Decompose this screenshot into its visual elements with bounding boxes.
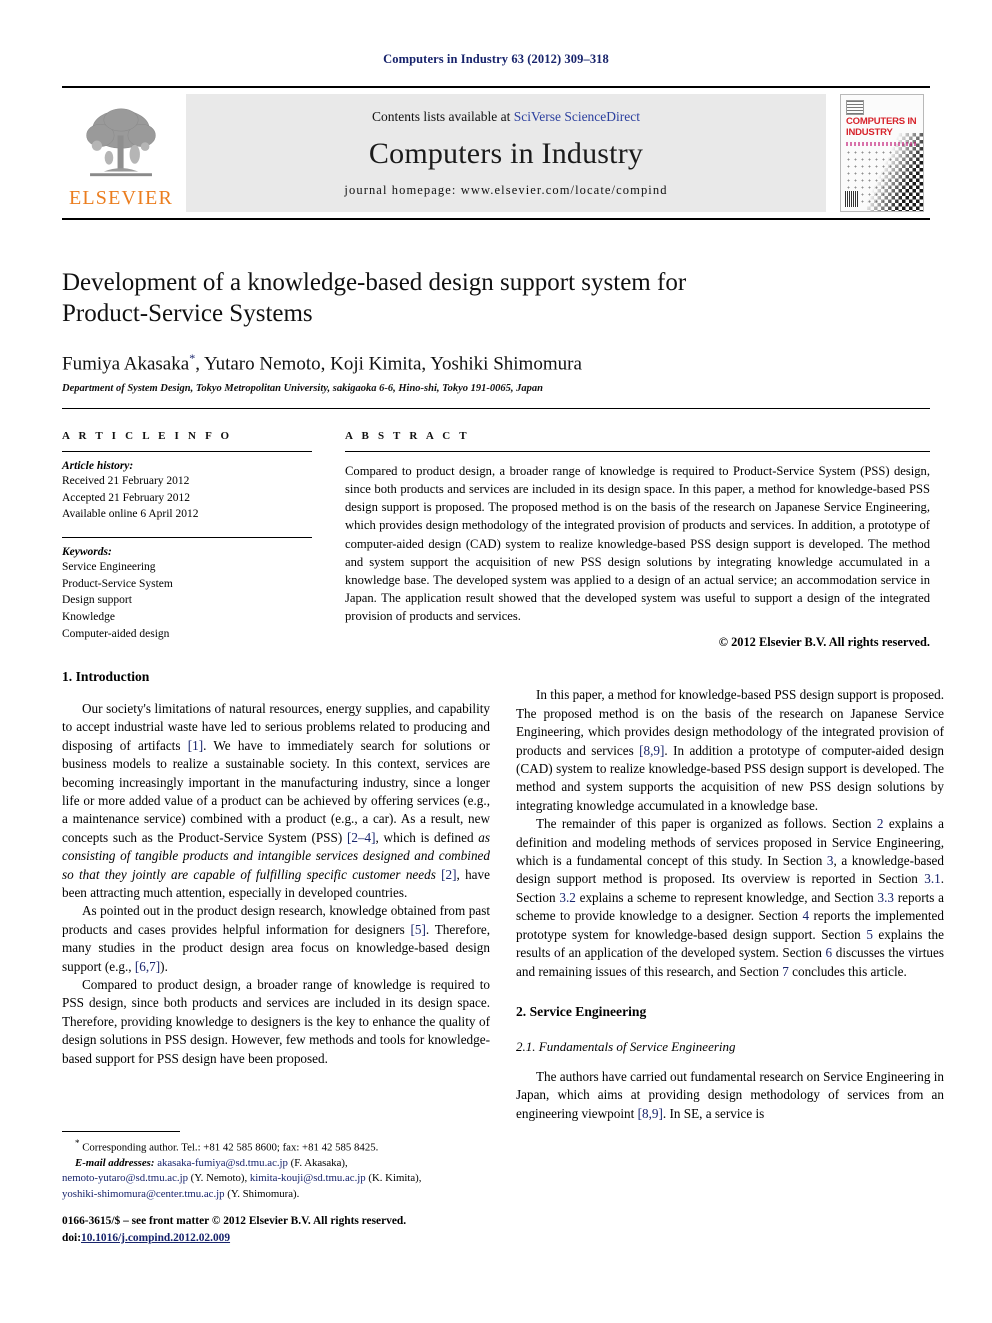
section-ref[interactable]: 5 xyxy=(866,927,873,942)
masthead-center: Contents lists available at SciVerse Sci… xyxy=(186,94,826,212)
footnote-block: * Corresponding author. Tel.: +81 42 585… xyxy=(62,1131,490,1202)
elsevier-tree-icon xyxy=(86,108,156,177)
body-column-right: x In this paper, a method for knowledge-… xyxy=(516,668,944,1123)
elsevier-logo: ELSEVIER xyxy=(62,88,180,218)
contents-list-line: Contents lists available at SciVerse Sci… xyxy=(372,109,640,125)
body-column-left: 1. Introduction Our society's limitation… xyxy=(62,668,490,1068)
intro-paragraph-3: Compared to product design, a broader ra… xyxy=(62,977,490,1066)
email-addresses-note-3: yoshiki-shimomura@center.tmu.ac.jp (Y. S… xyxy=(62,1187,490,1202)
abstract-rule xyxy=(345,451,930,452)
abstract-heading: A B S T R A C T xyxy=(345,430,470,442)
text-run: . We have to immediately search for solu… xyxy=(62,737,491,845)
intro-paragraph-5: The remainder of this paper is organized… xyxy=(516,815,944,981)
article-history-online: Available online 6 April 2012 xyxy=(62,508,199,521)
doi-line: doi:10.1016/j.compind.2012.02.009 xyxy=(62,1230,532,1247)
author-list: Fumiya Akasaka*, Yutaro Nemoto, Koji Kim… xyxy=(62,351,762,375)
email-link-shimomura[interactable]: yoshiki-shimomura@center.tmu.ac.jp xyxy=(62,1188,225,1200)
keyword-item: Design support xyxy=(62,594,132,607)
section-heading-introduction: 1. Introduction xyxy=(62,669,150,684)
section-heading-service-engineering: 2. Service Engineering xyxy=(516,1003,647,1019)
article-info-heading: A R T I C L E I N F O xyxy=(62,430,233,442)
text-run: . In SE, a service is xyxy=(662,1105,765,1121)
corresponding-author-note: * Corresponding author. Tel.: +81 42 585… xyxy=(62,1137,490,1156)
footnote-rule xyxy=(62,1131,180,1132)
se-paragraph-1: The authors have carried out fundamental… xyxy=(516,1068,944,1123)
issn-copyright-line: 0166-3615/$ – see front matter © 2012 El… xyxy=(62,1215,407,1227)
email-addresses-note: E-mail addresses: akasaka-fumiya@sd.tmu.… xyxy=(62,1156,490,1171)
citation-ref[interactable]: [6,7] xyxy=(135,959,160,974)
keyword-item: Knowledge xyxy=(62,611,116,624)
email-link-nemoto[interactable]: nemoto-yutaro@sd.tmu.ac.jp xyxy=(62,1172,188,1184)
journal-title: Computers in Industry xyxy=(368,136,644,170)
running-head: Computers in Industry 63 (2012) 309–318 xyxy=(383,52,609,66)
abstract-block: A B S T R A C T Compared to product desi… xyxy=(345,430,930,650)
citation-ref[interactable]: [1] xyxy=(188,738,203,753)
article-history-accepted: Accepted 21 February 2012 xyxy=(62,491,191,504)
cover-image: COMPUTERS IN INDUSTRY xyxy=(840,94,924,212)
text-run: , which is defined xyxy=(375,829,479,845)
text-run: The remainder of this paper is organized… xyxy=(536,816,877,832)
text-run: (Y. Nemoto), xyxy=(187,1172,248,1185)
affiliation: Department of System Design, Tokyo Metro… xyxy=(62,383,543,395)
intro-paragraph-3-continued: x xyxy=(516,668,944,686)
text-run: Corresponding author. Tel.: +81 42 585 8… xyxy=(79,1141,379,1154)
page-title: Development of a knowledge-based design … xyxy=(62,269,687,327)
keyword-item: Product-Service System xyxy=(62,577,173,590)
keyword-item: Computer-aided design xyxy=(62,627,170,640)
cover-barcode-icon xyxy=(845,191,858,207)
email-link-akasaka[interactable]: akasaka-fumiya@sd.tmu.ac.jp xyxy=(157,1157,288,1169)
section-ref[interactable]: 3.3 xyxy=(878,890,894,905)
text-run: ). xyxy=(160,958,168,974)
abstract-copyright: © 2012 Elsevier B.V. All rights reserved… xyxy=(718,635,930,650)
text-run: (K. Kimita), xyxy=(365,1172,422,1185)
email-link-kimita[interactable]: kimita-kouji@sd.tmu.ac.jp xyxy=(250,1172,366,1184)
intro-paragraph-2: As pointed out in the product design res… xyxy=(62,902,490,976)
citation-ref[interactable]: [2] xyxy=(441,867,456,882)
article-history-label: Article history: xyxy=(62,460,134,472)
text-run: explains a scheme to represent knowledge… xyxy=(575,889,878,905)
doi-label: doi: xyxy=(62,1232,81,1245)
contents-prefix: Contents lists available at xyxy=(371,108,514,124)
section-ref[interactable]: 3.2 xyxy=(559,890,575,905)
author-corresponding: Fumiya Akasaka xyxy=(62,353,190,375)
cover-elsevier-mark-icon xyxy=(846,100,864,115)
title-block: Development of a knowledge-based design … xyxy=(62,268,762,394)
colophon-block: 0166-3615/$ – see front matter © 2012 El… xyxy=(62,1213,532,1247)
cover-journal-title: COMPUTERS IN INDUSTRY xyxy=(846,116,917,138)
text-run: concludes this article. xyxy=(788,963,907,979)
elsevier-wordmark: ELSEVIER xyxy=(68,187,174,209)
citation-ref[interactable]: [8,9] xyxy=(638,1106,663,1121)
keywords-label: Keywords: xyxy=(62,546,112,559)
article-info-rule xyxy=(62,451,312,452)
paper-page: Computers in Industry 63 (2012) 309–318 xyxy=(0,0,992,1323)
section-ref[interactable]: 7 xyxy=(782,964,789,979)
article-history-received: Received 21 February 2012 xyxy=(62,475,190,487)
keywords-rule xyxy=(62,537,312,539)
article-info-block: A R T I C L E I N F O Article history: R… xyxy=(62,430,312,642)
email-addresses-note-2: nemoto-yutaro@sd.tmu.ac.jp (Y. Nemoto), … xyxy=(62,1171,490,1186)
sciencedirect-link[interactable]: SciVerse ScienceDirect xyxy=(514,109,640,124)
text-run: (F. Akasaka), xyxy=(287,1156,348,1169)
intro-paragraph-1: Our society's limitations of natural res… xyxy=(62,700,490,902)
intro-paragraph-4: In this paper, a method for knowledge-ba… xyxy=(516,686,944,815)
keyword-item: Service Engineering xyxy=(62,561,156,574)
citation-ref[interactable]: [5] xyxy=(411,922,426,937)
journal-masthead: ELSEVIER Contents lists available at Sci… xyxy=(62,86,930,220)
subsection-heading-fundamentals: 2.1. Fundamentals of Service Engineering xyxy=(516,1038,736,1054)
journal-cover-thumbnail: COMPUTERS IN INDUSTRY xyxy=(834,88,930,218)
author-others: , Yutaro Nemoto, Koji Kimita, Yoshiki Sh… xyxy=(195,353,582,375)
email-label: E-mail addresses: xyxy=(75,1156,155,1169)
cover-subtitle-rule xyxy=(846,142,917,146)
abstract-text: Compared to product design, a broader ra… xyxy=(345,464,930,623)
citation-ref[interactable]: [2–4] xyxy=(347,830,376,845)
section-ref[interactable]: 3.1 xyxy=(924,871,940,886)
text-run: (Y. Shimomura). xyxy=(224,1187,300,1200)
doi-link[interactable]: 10.1016/j.compind.2012.02.009 xyxy=(81,1232,230,1244)
journal-homepage: journal homepage: www.elsevier.com/locat… xyxy=(344,182,668,197)
section-divider xyxy=(62,408,930,409)
citation-ref[interactable]: [8,9] xyxy=(639,743,664,758)
